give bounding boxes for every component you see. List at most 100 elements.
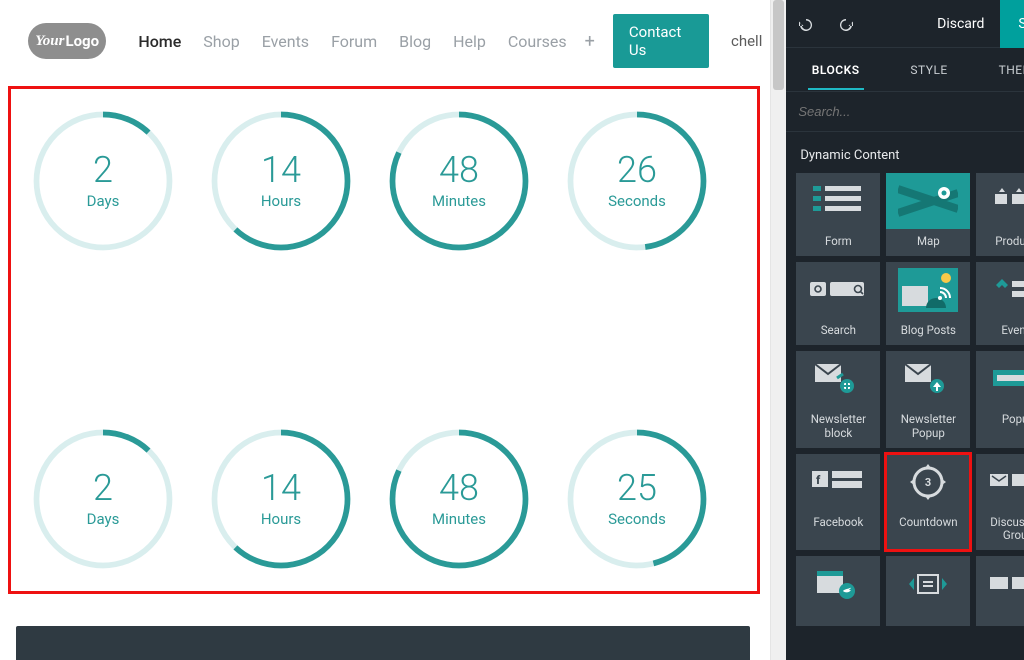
- block-label: Form: [822, 229, 855, 256]
- countdown-label: Minutes: [432, 192, 486, 210]
- preview-scrollbar-thumb[interactable]: [773, 0, 784, 90]
- countdown-value: 14: [261, 152, 301, 188]
- block-facebook[interactable]: f Facebook: [796, 454, 880, 550]
- undo-button[interactable]: [786, 0, 826, 48]
- user-name-fragment: chell: [731, 32, 762, 50]
- nav-item-forum[interactable]: Forum: [331, 32, 377, 51]
- countdown-seconds: 25 Seconds: [561, 423, 713, 575]
- block-label: [835, 612, 841, 626]
- countdown-label: Hours: [261, 510, 301, 528]
- facebook-icon: f: [796, 454, 880, 510]
- block-label: Facebook: [810, 510, 866, 537]
- block-label: [925, 612, 931, 626]
- block-search-input[interactable]: [796, 98, 1024, 125]
- nav-item-blog[interactable]: Blog: [399, 32, 431, 51]
- nav-item-courses[interactable]: Courses: [508, 32, 567, 51]
- block-label: [1015, 612, 1021, 626]
- editor-toolbar: Discard Save: [786, 0, 1024, 48]
- countdown-row: 2 Days 14 Hours 48Minutes 25 Seconds: [27, 423, 745, 575]
- contact-us-button[interactable]: Contact Us: [613, 14, 709, 68]
- block-label: Blog Posts: [898, 318, 959, 345]
- block-twitter[interactable]: [796, 556, 880, 626]
- section-title: Dynamic Content: [800, 148, 1024, 163]
- redo-button[interactable]: [826, 0, 866, 48]
- nav-item-home[interactable]: Home: [138, 32, 181, 51]
- block-label: Newsletter block: [796, 407, 880, 447]
- countdown-value: 48: [439, 152, 479, 188]
- block-blog-posts[interactable]: Blog Posts: [886, 262, 970, 345]
- block-discussion-group[interactable]: Discussion Group: [976, 454, 1024, 550]
- countdown-minutes: 48Minutes: [383, 423, 535, 575]
- block-form[interactable]: Form: [796, 173, 880, 256]
- block-map[interactable]: Map: [886, 173, 970, 256]
- countdown-label: Seconds: [608, 192, 666, 210]
- editor-canvas[interactable]: 2Days14Hours48Minutes26Seconds 2Days14Ho…: [0, 86, 770, 660]
- editor-tab-theme[interactable]: THEME: [995, 51, 1024, 89]
- logo-prefix: Your: [35, 33, 64, 50]
- block-label: Countdown: [896, 510, 961, 537]
- block-donation[interactable]: [976, 556, 1024, 626]
- discard-button[interactable]: Discard: [921, 0, 1000, 48]
- site-header: YourLogo Home Shop Events Forum Blog Help Cour…: [0, 0, 786, 86]
- donation-icon: [976, 556, 1024, 612]
- countdown-value: 26: [617, 152, 657, 188]
- countdown-value: 14: [261, 470, 301, 506]
- site-nav: Home Shop Events Forum Blog Help Courses: [138, 32, 566, 51]
- block-label: Map: [914, 229, 943, 256]
- block-products[interactable]: Products: [976, 173, 1024, 256]
- countdown-minutes: 48 Minutes: [383, 105, 535, 257]
- countdown-hours: 14 Hours: [205, 423, 357, 575]
- website-preview: YourLogo Home Shop Events Forum Blog Help Cour…: [0, 0, 786, 660]
- nav-item-shop[interactable]: Shop: [203, 32, 239, 51]
- block-label: Products: [992, 229, 1024, 256]
- block-label: Events: [998, 318, 1024, 345]
- block-label: Search: [818, 318, 859, 345]
- newsletter-block-icon: [796, 351, 880, 407]
- twitter-icon: [796, 556, 880, 612]
- block-carousel[interactable]: [886, 556, 970, 626]
- countdown-label: Days: [87, 510, 120, 528]
- block-newsletter-block[interactable]: Newsletter block: [796, 351, 880, 447]
- block-label: Newsletter Popup: [886, 407, 970, 447]
- countdown-row: 2Days14Hours48Minutes26Seconds: [27, 105, 745, 257]
- selected-block-outline[interactable]: 2Days14Hours48Minutes26Seconds 2Days14Ho…: [8, 86, 760, 594]
- events-icon: [976, 262, 1024, 318]
- editor-tab-blocks[interactable]: BLOCKS: [808, 51, 864, 89]
- block-newsletter-popup[interactable]: Newsletter Popup: [886, 351, 970, 447]
- block-popup[interactable]: Popup: [976, 351, 1024, 447]
- footer-section-preview[interactable]: [16, 626, 750, 660]
- block-search[interactable]: Search: [796, 262, 880, 345]
- editor-body: Dynamic Content Form Map Products Search Blo…: [786, 132, 1024, 660]
- svg-text:f: f: [816, 473, 821, 487]
- svg-text:3: 3: [925, 476, 931, 489]
- nav-item-events[interactable]: Events: [262, 32, 309, 51]
- editor-tabs: BLOCKS STYLE THEME: [786, 48, 1024, 92]
- logo-suffix: Logo: [65, 32, 99, 50]
- map-icon: [886, 173, 970, 229]
- editor-tab-style[interactable]: STYLE: [906, 51, 951, 89]
- nav-item-help[interactable]: Help: [453, 32, 486, 51]
- discussion-group-icon: [976, 454, 1024, 510]
- countdown-label: Seconds: [608, 510, 666, 528]
- block-events[interactable]: Events: [976, 262, 1024, 345]
- site-logo[interactable]: YourLogo: [28, 23, 106, 59]
- preview-scrollbar[interactable]: [770, 0, 786, 660]
- carousel-icon: [886, 556, 970, 612]
- countdown-seconds: 26 Seconds: [561, 105, 713, 257]
- search-icon: [796, 262, 880, 318]
- editor-panel: Discard Save BLOCKS STYLE THEME Dynamic Co…: [786, 0, 1024, 660]
- countdown-label: Minutes: [432, 510, 486, 528]
- block-countdown[interactable]: 3 Countdown: [886, 454, 970, 550]
- countdown-label: Days: [87, 192, 120, 210]
- blog-posts-icon: [886, 262, 970, 318]
- newsletter-popup-icon: [886, 351, 970, 407]
- countdown-value: 25: [617, 470, 657, 506]
- block-search-row: [786, 92, 1024, 132]
- countdown-icon: 3: [886, 454, 970, 510]
- block-label: Discussion Group: [976, 510, 1024, 550]
- popup-icon: [976, 351, 1024, 407]
- add-menu-icon[interactable]: +: [585, 31, 595, 52]
- save-button[interactable]: Save: [1000, 0, 1024, 48]
- countdown-value: 2: [93, 470, 113, 506]
- block-label: Popup: [999, 407, 1024, 434]
